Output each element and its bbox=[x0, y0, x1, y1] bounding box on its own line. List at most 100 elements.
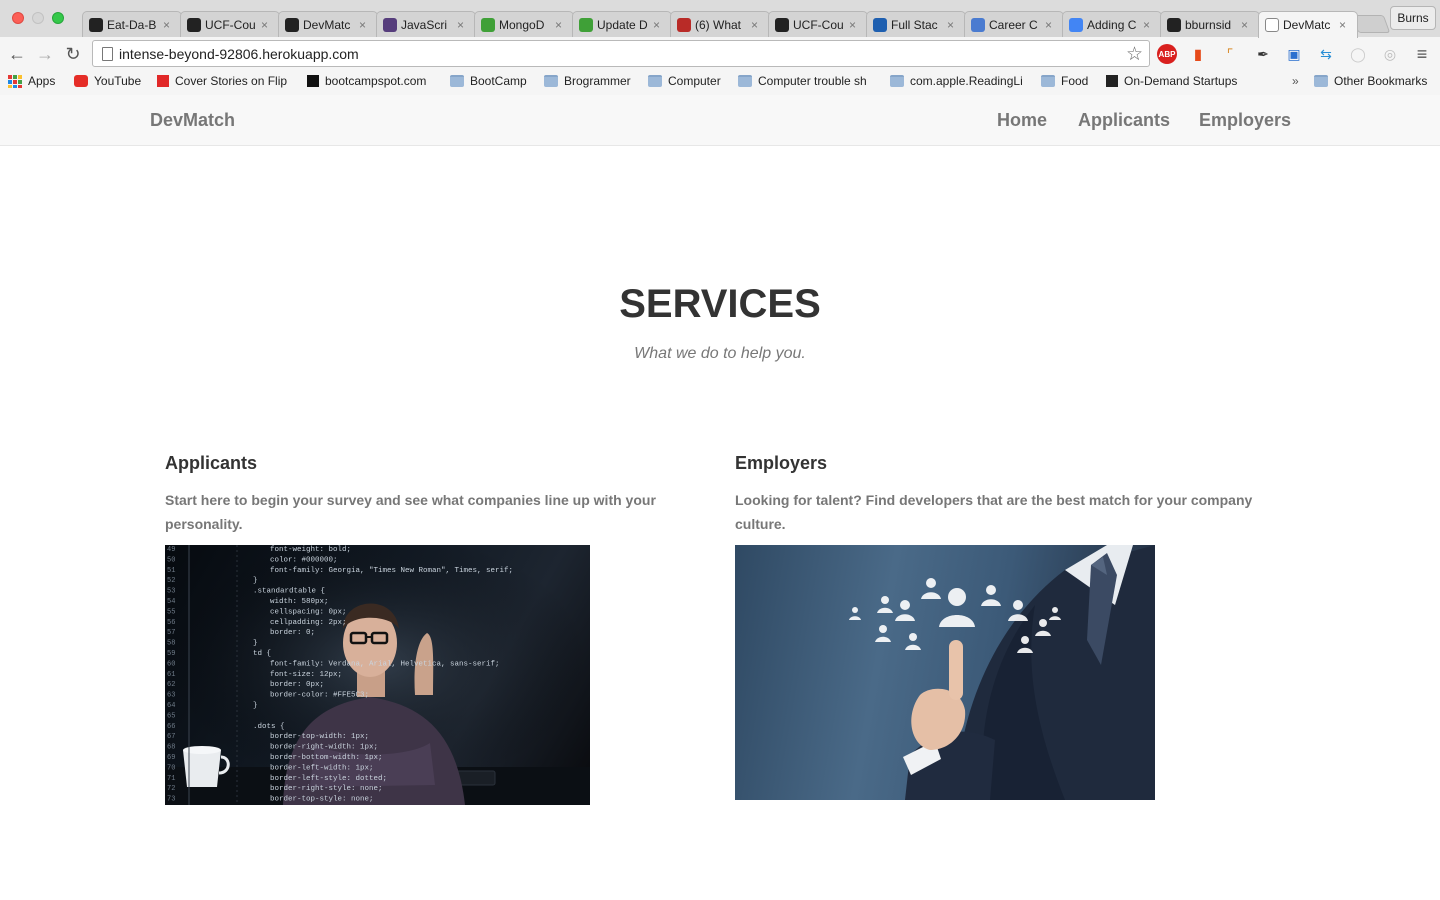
applicants-heading: Applicants bbox=[165, 453, 258, 473]
bookmark-label: Food bbox=[1061, 74, 1089, 88]
folder-icon bbox=[890, 75, 904, 87]
browser-tab[interactable]: Eat-Da-B × bbox=[82, 11, 182, 37]
address-bar[interactable]: intense-beyond-92806.herokuapp.com ☆ bbox=[92, 40, 1150, 67]
close-tab-icon[interactable]: × bbox=[751, 18, 763, 32]
bookmark-item[interactable]: Cover Stories on Flip bbox=[157, 74, 287, 88]
bookmark-item[interactable]: BootCamp bbox=[450, 74, 527, 88]
browser-tab[interactable]: (6) What × bbox=[670, 11, 770, 37]
close-tab-icon[interactable]: × bbox=[653, 18, 665, 32]
close-tab-icon[interactable]: × bbox=[555, 18, 567, 32]
url-text[interactable]: intense-beyond-92806.herokuapp.com bbox=[119, 46, 359, 62]
other-bookmarks-label: Other Bookmarks bbox=[1334, 74, 1428, 88]
browser-tab[interactable]: bburnsid × bbox=[1160, 11, 1260, 37]
close-tab-icon[interactable]: × bbox=[1241, 18, 1253, 32]
line-number: 52 bbox=[167, 577, 175, 585]
mongodb-icon bbox=[579, 17, 593, 32]
profile-button[interactable]: Burns bbox=[1390, 6, 1436, 30]
code-line: border: 0; bbox=[270, 629, 315, 637]
browser-tab[interactable]: UCF-Cou × bbox=[180, 11, 280, 37]
disabled-extension-icon[interactable]: ◯ bbox=[1348, 44, 1368, 64]
tab-label: Career C bbox=[989, 17, 1038, 32]
code-line: width: 580px; bbox=[270, 598, 329, 606]
reload-icon[interactable]: ↻ bbox=[62, 43, 84, 65]
bookmarks-overflow-button[interactable]: » bbox=[1292, 74, 1299, 88]
browser-tab[interactable]: Adding C × bbox=[1062, 11, 1162, 37]
eyedropper-icon[interactable]: ✒ bbox=[1253, 44, 1273, 64]
office-icon[interactable]: ▮ bbox=[1188, 44, 1208, 64]
nav-applicants[interactable]: Applicants bbox=[1078, 110, 1170, 131]
sync-arrows-icon[interactable]: ⇆ bbox=[1316, 44, 1336, 64]
maximize-window-button[interactable] bbox=[52, 12, 64, 24]
extension-icon[interactable]: ⌜ bbox=[1220, 44, 1240, 64]
bookmark-item[interactable]: On-Demand Startups bbox=[1106, 74, 1237, 88]
info-icon bbox=[873, 17, 887, 32]
nav-home[interactable]: Home bbox=[997, 110, 1047, 131]
close-window-button[interactable] bbox=[12, 12, 24, 24]
github-icon bbox=[1167, 17, 1181, 32]
bookmark-item[interactable]: Apps bbox=[8, 74, 55, 88]
line-number: 58 bbox=[167, 640, 175, 648]
bookmark-item[interactable]: YouTube bbox=[74, 74, 141, 88]
close-tab-icon[interactable]: × bbox=[163, 18, 175, 32]
tab-label: DevMatc bbox=[303, 17, 351, 32]
bookmark-item[interactable]: Computer bbox=[648, 74, 721, 88]
bookmark-star-icon[interactable]: ☆ bbox=[1126, 43, 1143, 66]
line-number: 71 bbox=[167, 775, 175, 783]
folder-icon bbox=[544, 75, 558, 87]
line-number: 63 bbox=[167, 692, 175, 700]
browser-tab[interactable]: Full Stac × bbox=[866, 11, 966, 37]
tab-label: Update D bbox=[597, 17, 648, 32]
forward-icon[interactable]: → bbox=[34, 43, 56, 65]
line-number: 54 bbox=[167, 598, 175, 606]
other-bookmarks[interactable]: Other Bookmarks bbox=[1314, 74, 1427, 88]
browser-tab[interactable]: JavaScri × bbox=[376, 11, 476, 37]
businessman-illustration bbox=[849, 545, 1155, 800]
bookmark-item[interactable]: Brogrammer bbox=[544, 74, 631, 88]
close-tab-icon[interactable]: × bbox=[261, 18, 273, 32]
tab-label: UCF-Cou bbox=[205, 17, 256, 32]
minimize-window-button[interactable] bbox=[32, 12, 44, 24]
tab-label: bburnsid bbox=[1185, 17, 1232, 32]
browser-chrome: Eat-Da-B × UCF-Cou × DevMatc × JavaScri × MongoD… bbox=[0, 0, 1440, 95]
close-tab-icon[interactable]: × bbox=[849, 18, 861, 32]
line-number: 59 bbox=[167, 650, 175, 658]
career-icon bbox=[971, 17, 985, 32]
close-tab-icon[interactable]: × bbox=[359, 18, 371, 32]
close-tab-icon[interactable]: × bbox=[947, 18, 959, 32]
bookmark-item[interactable]: com.apple.ReadingLi bbox=[890, 74, 1023, 88]
browser-tab[interactable]: Update D × bbox=[572, 11, 672, 37]
browser-tab[interactable]: UCF-Cou × bbox=[768, 11, 868, 37]
developer-photo[interactable]: font-weight: bold; color: #000000; font-fa… bbox=[165, 545, 590, 805]
flipboard-icon bbox=[157, 75, 169, 87]
nav-employers[interactable]: Employers bbox=[1199, 110, 1291, 131]
github-icon bbox=[89, 17, 103, 32]
bookmark-item[interactable]: Computer trouble sh bbox=[738, 74, 867, 88]
close-tab-icon[interactable]: × bbox=[1339, 18, 1351, 32]
adblock-icon[interactable]: ABP bbox=[1157, 44, 1177, 64]
browser-tab[interactable]: MongoD × bbox=[474, 11, 574, 37]
brand-link[interactable]: DevMatch bbox=[150, 110, 235, 131]
businessman-photo[interactable] bbox=[735, 545, 1155, 800]
back-icon[interactable]: ← bbox=[6, 43, 28, 65]
browser-tab[interactable]: DevMatc × bbox=[278, 11, 378, 37]
close-tab-icon[interactable]: × bbox=[1045, 18, 1057, 32]
menu-icon[interactable]: ≡ bbox=[1412, 44, 1432, 64]
browser-toolbar: ← → ↻ intense-beyond-92806.herokuapp.com… bbox=[0, 37, 1440, 70]
close-tab-icon[interactable]: × bbox=[1143, 18, 1155, 32]
browser-tab[interactable]: Career C × bbox=[964, 11, 1064, 37]
circle-extension-icon[interactable]: ◎ bbox=[1380, 44, 1400, 64]
github-icon bbox=[285, 17, 299, 32]
bookmark-item[interactable]: Food bbox=[1041, 74, 1088, 88]
bookmark-label: YouTube bbox=[94, 74, 142, 88]
bookmark-label: Brogrammer bbox=[564, 74, 631, 88]
folder-icon bbox=[450, 75, 464, 87]
close-tab-icon[interactable]: × bbox=[457, 18, 469, 32]
code-line: td { bbox=[253, 650, 271, 658]
bootstrap-icon bbox=[383, 17, 397, 32]
screen-capture-icon[interactable]: ▣ bbox=[1284, 44, 1304, 64]
applicants-description: Start here to begin your survey and see … bbox=[165, 492, 656, 532]
code-line: font-weight: bold; bbox=[270, 546, 351, 554]
browser-tab[interactable]: DevMatc × bbox=[1258, 11, 1358, 38]
bookmark-item[interactable]: bootcampspot.com bbox=[307, 74, 426, 88]
line-number: 50 bbox=[167, 556, 175, 564]
